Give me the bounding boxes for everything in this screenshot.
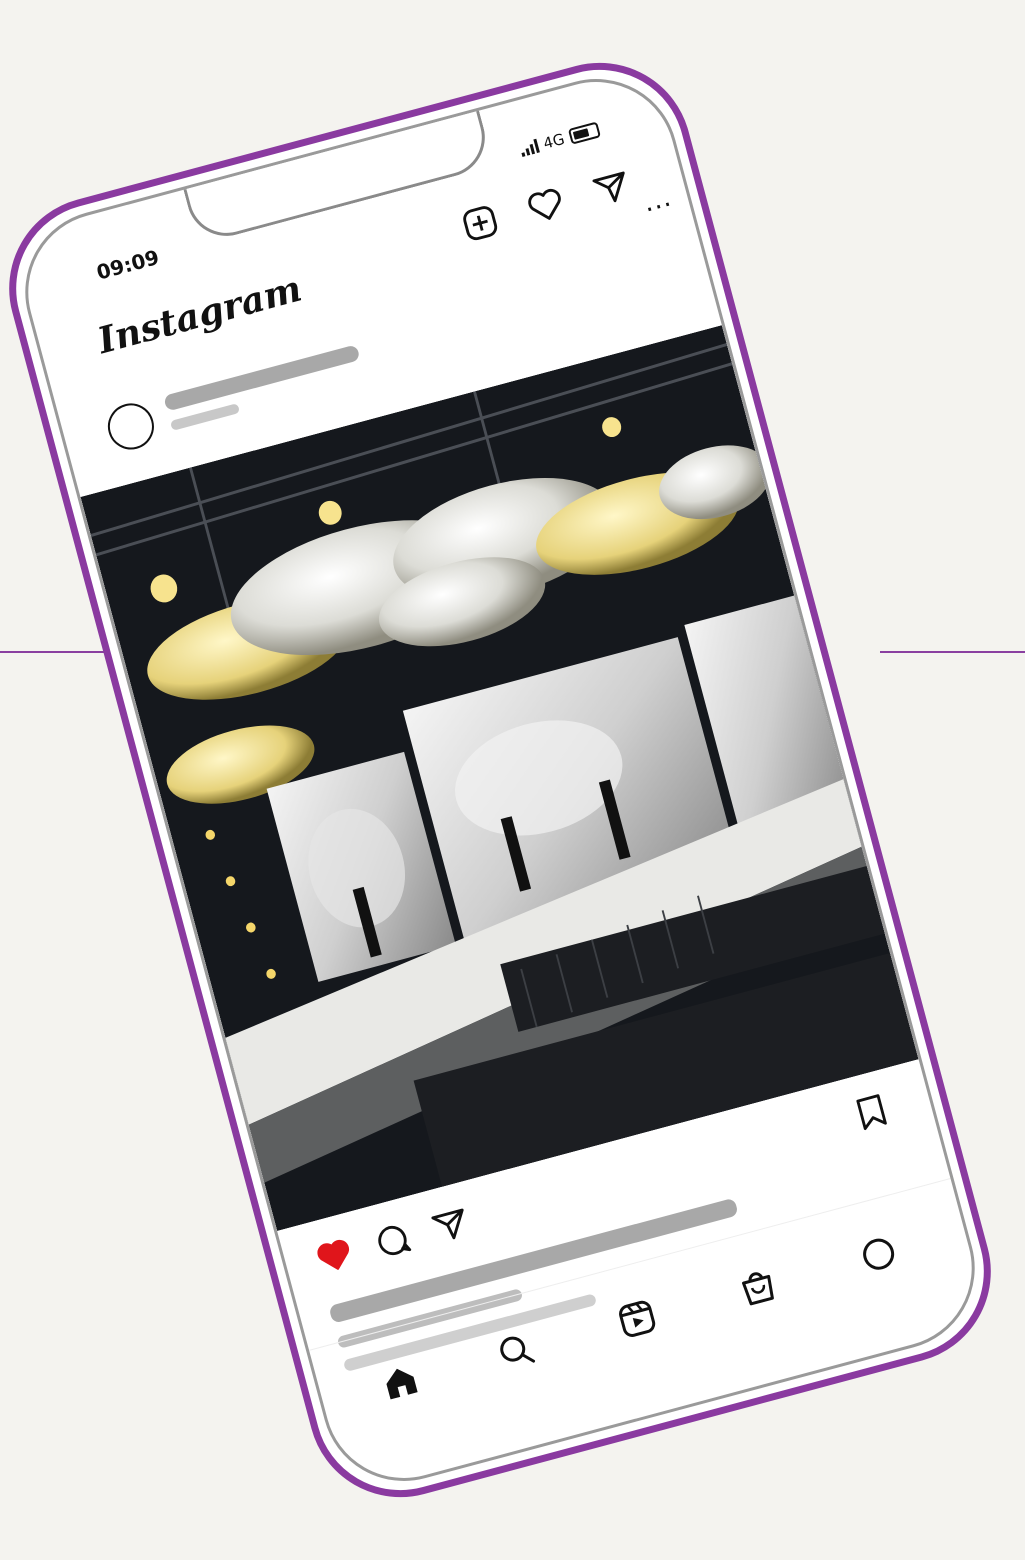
- more-options-icon[interactable]: ...: [640, 182, 675, 218]
- comment-icon[interactable]: [369, 1217, 416, 1264]
- search-icon[interactable]: [492, 1327, 541, 1376]
- phone-frame: 09:09 4G Instagram ...: [0, 42, 1012, 1518]
- app-logo: Instagram: [93, 267, 307, 363]
- avatar[interactable]: [102, 398, 160, 455]
- runway-photo: [80, 325, 919, 1232]
- status-indicators: 4G: [518, 121, 602, 159]
- shop-icon[interactable]: [733, 1262, 782, 1311]
- home-icon[interactable]: [376, 1358, 425, 1407]
- notch: [182, 106, 494, 245]
- heart-icon[interactable]: [523, 182, 570, 229]
- network-label: 4G: [541, 129, 567, 153]
- username-placeholder: [163, 344, 361, 412]
- new-post-icon[interactable]: [457, 200, 504, 247]
- save-icon[interactable]: [848, 1089, 895, 1136]
- share-icon[interactable]: [427, 1202, 474, 1249]
- like-icon[interactable]: [311, 1233, 358, 1280]
- phone-screen: 09:09 4G Instagram ...: [6, 60, 994, 1500]
- signal-icon: [519, 138, 540, 157]
- header-actions: [457, 165, 635, 247]
- decorative-line-right: [880, 651, 1025, 653]
- status-time: 09:09: [93, 244, 162, 285]
- direct-message-icon[interactable]: [588, 165, 635, 212]
- reels-icon[interactable]: [613, 1294, 662, 1343]
- battery-icon: [567, 121, 602, 145]
- profile-icon[interactable]: [854, 1230, 903, 1279]
- post-image[interactable]: [80, 325, 919, 1232]
